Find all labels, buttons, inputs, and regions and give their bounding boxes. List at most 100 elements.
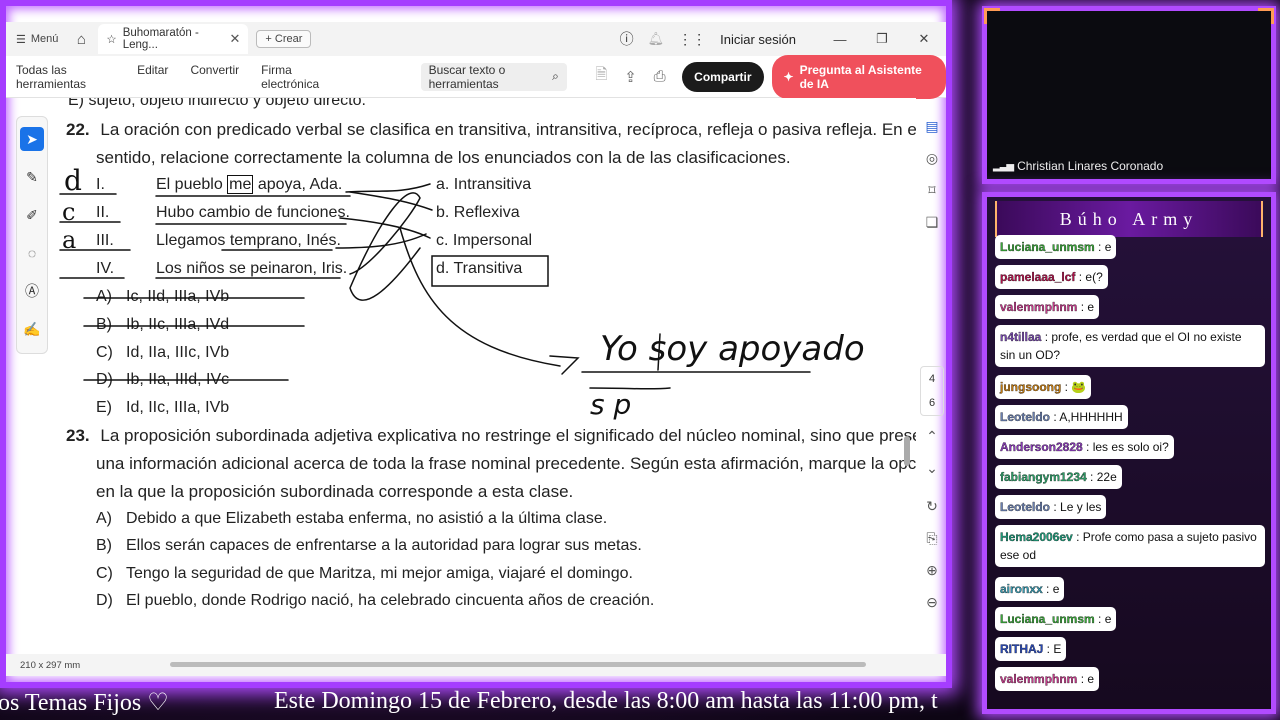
tab-document[interactable]: ☆ Buhomaratón - Leng... ✕	[98, 24, 249, 54]
chat-username[interactable]: Hema2006ev	[1000, 530, 1073, 544]
menu-button[interactable]: ☰ Menú	[6, 33, 68, 46]
chat-text: A,HHHHHH	[1059, 410, 1123, 424]
chat-text: 🐸	[1071, 380, 1087, 394]
minimize-icon[interactable]: —	[826, 32, 854, 47]
ai-assistant-button[interactable]: ✦ Pregunta al Asistente de IA	[771, 54, 946, 99]
pdf-page: E) sujeto, objeto indirecto y objeto dir…	[50, 98, 916, 656]
chat-username[interactable]: Anderson2828	[1000, 440, 1083, 454]
window-close-icon[interactable]: ✕	[910, 31, 938, 47]
tab-bar: ☰ Menú ⌂ ☆ Buhomaratón - Leng... ✕ + Cre…	[6, 22, 946, 56]
text-select-icon[interactable]: Ⓐ	[20, 279, 44, 303]
chat-username[interactable]: Leoteldo	[1000, 410, 1050, 424]
fill-sign-icon[interactable]: ✍	[20, 317, 44, 341]
chat-message: Luciana_unmsm : e	[995, 607, 1117, 631]
signin-link[interactable]: Iniciar sesión	[720, 32, 796, 47]
search-icon: ⌕	[552, 69, 559, 83]
export-icon[interactable]: ⎘	[920, 526, 944, 550]
chat-username[interactable]: jungsoong	[1000, 380, 1062, 394]
lasso-icon[interactable]: ◌	[20, 241, 44, 265]
chat-message: jungsoong : 🐸	[995, 375, 1092, 399]
webcam-name: ▂▃▅ Christian Linares Coronado	[993, 159, 1163, 173]
current-page: 4	[928, 373, 936, 385]
horizontal-scrollbar[interactable]	[170, 662, 866, 667]
webcam-panel: ▂▃▅ Christian Linares Coronado	[982, 6, 1276, 184]
chat-text: e	[1104, 612, 1112, 626]
tab-title: Buhomaratón - Leng...	[122, 27, 199, 51]
close-icon[interactable]: ✕	[230, 31, 241, 47]
chat-separator: :	[1042, 582, 1053, 596]
chat-username[interactable]: n4tillaa	[1000, 330, 1042, 344]
chat-text: e	[1087, 672, 1095, 686]
zoom-in-icon[interactable]: ⊕	[920, 558, 944, 582]
chat-separator: :	[1082, 440, 1093, 454]
pages-icon[interactable]: ❏	[920, 210, 944, 234]
chat-message: Leoteldo : A,HHHHHH	[995, 405, 1128, 429]
main-toolbar: Todas las herramientas Editar Convertir …	[6, 54, 946, 99]
chat-message: Leoteldo : Le y les	[995, 495, 1107, 519]
chat-separator: :	[1050, 410, 1060, 424]
chat-message: valemmphnm : e	[995, 667, 1100, 691]
right-tool-rail: ▤ ◎ ⌑ ❏ 4 6 ⌃ ⌄ ↻ ⎘ ⊕ ⊖	[918, 106, 946, 666]
chat-username[interactable]: aironxx	[1000, 582, 1043, 596]
help-icon[interactable]: ⓘ	[620, 29, 634, 49]
total-pages: 6	[928, 397, 936, 409]
create-button[interactable]: + Crear	[256, 30, 312, 48]
select-cursor-icon[interactable]: ➤	[20, 127, 44, 151]
chat-message: Hema2006ev : Profe como pasa a sujeto pa…	[995, 525, 1265, 567]
save-icon[interactable]: 🗎︎	[591, 65, 612, 89]
bell-icon[interactable]: 🔔︎	[648, 31, 665, 47]
tool-all-tools[interactable]: Todas las herramientas	[16, 63, 115, 91]
search-input[interactable]: Buscar texto o herramientas ⌕	[420, 62, 567, 91]
handwritten-phrase: Yo soy apoyado	[600, 329, 865, 369]
answer-mark: c	[62, 198, 75, 226]
ai-label: Pregunta al Asistente de IA	[799, 62, 922, 91]
home-icon[interactable]: ⌂	[68, 31, 94, 48]
bookmark-icon[interactable]: ⌑	[920, 178, 944, 202]
chat-username[interactable]: valemmphnm	[1000, 672, 1078, 686]
chat-username[interactable]: Luciana_unmsm	[1000, 612, 1095, 626]
answer-mark: a	[62, 226, 76, 254]
chevron-up-icon[interactable]: ⌃	[920, 424, 944, 448]
share-button[interactable]: Compartir	[682, 61, 764, 92]
chat-separator: :	[1043, 642, 1054, 656]
apps-grid-icon[interactable]: ⋮⋮	[678, 31, 706, 48]
chevron-down-icon[interactable]: ⌄	[920, 456, 944, 480]
ticker-text-left: os Temas Fijos ♡	[0, 690, 169, 716]
restore-icon[interactable]: ❐	[868, 31, 896, 47]
page-size-label: 210 x 297 mm	[20, 659, 81, 671]
chat-username[interactable]: valemmphnm	[1000, 300, 1078, 314]
refresh-icon[interactable]: ↻	[920, 494, 944, 518]
answer-mark: d	[64, 164, 82, 197]
star-icon[interactable]: ☆	[106, 32, 116, 46]
chat-separator: :	[1075, 270, 1086, 284]
chat-message: Luciana_unmsm : e	[995, 235, 1117, 259]
vertical-scrollbar[interactable]	[904, 436, 910, 466]
status-bar: 210 x 297 mm	[6, 654, 946, 676]
tool-convert[interactable]: Convertir	[190, 63, 239, 91]
signal-bars-icon: ▂▃▅	[993, 160, 1014, 172]
chat-username[interactable]: pamelaaa_lcf	[1000, 270, 1076, 284]
comment-icon[interactable]: ✎	[20, 165, 44, 189]
tool-edit[interactable]: Editar	[137, 63, 168, 91]
chat-separator: :	[1072, 530, 1083, 544]
search-placeholder: Buscar texto o herramientas	[428, 62, 506, 91]
upload-icon[interactable]: ⇪	[620, 65, 641, 89]
chat-text: e	[1052, 582, 1060, 596]
handwritten-sp: s p	[590, 388, 631, 421]
pen-icon[interactable]: ✐	[20, 203, 44, 227]
webcam-name-text: Christian Linares Coronado	[1017, 159, 1164, 173]
tool-esign[interactable]: Firma electrónica	[261, 63, 335, 91]
chat-username[interactable]: Leoteldo	[1000, 500, 1050, 514]
chat-message: aironxx : e	[995, 577, 1065, 601]
ticker-bar: os Temas Fijos ♡ Este Domingo 15 de Febr…	[0, 688, 960, 720]
sidebar-doc-icon[interactable]: ▤	[920, 114, 944, 138]
chat-username[interactable]: RITHAJ	[1000, 642, 1044, 656]
comments-panel-icon[interactable]: ◎	[920, 146, 944, 170]
chat-username[interactable]: fabiangym1234	[1000, 470, 1087, 484]
chat-username[interactable]: Luciana_unmsm	[1000, 240, 1095, 254]
zoom-out-icon[interactable]: ⊖	[920, 590, 944, 614]
page-indicator[interactable]: 4 6	[920, 366, 944, 416]
chat-text: E	[1053, 642, 1062, 656]
print-icon[interactable]: ⎙	[649, 65, 670, 89]
ticker-text-right: Este Domingo 15 de Febrero, desde las 8:…	[274, 688, 938, 714]
